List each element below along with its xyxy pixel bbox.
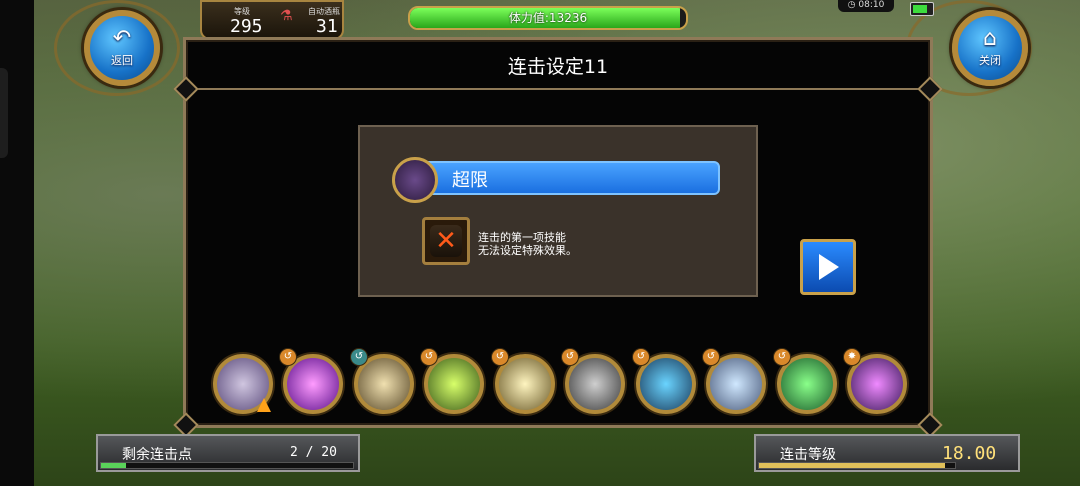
close-x-icon: ✕ (430, 225, 462, 257)
skill-tag: ↺ (632, 348, 650, 366)
skill-tag: ✸ (843, 348, 861, 366)
remaining-points-bar (100, 462, 354, 469)
triforce-skill-icon[interactable] (213, 354, 273, 414)
book-skill-icon[interactable]: ↺ (561, 348, 625, 414)
combo-level-label: 连击等级 (780, 447, 836, 463)
clock: ◷ 08:10 (838, 0, 894, 12)
skill-note: 连击的第一项技能 无法设定特殊效果。 (478, 231, 577, 257)
combo-level-bar (758, 462, 956, 469)
purple-bolt-skill-icon[interactable]: ✸ (843, 348, 907, 414)
level-up-arrow-icon (257, 398, 271, 412)
level-value: 295 (230, 16, 263, 37)
combo-level-fill (759, 463, 946, 468)
dialog-title-bar: 连击设定11 (186, 40, 930, 90)
back-button[interactable]: ↶ 返回 (84, 10, 160, 86)
remaining-label: 剩余连击点 (122, 447, 192, 463)
special-effect-slot[interactable]: ✕ (422, 217, 470, 265)
purple-beam-skill-icon[interactable]: ↺ (279, 348, 343, 414)
clock-icon: ◷ (847, 0, 859, 10)
remaining-value: 2 / 20 (290, 445, 337, 460)
selected-skill-bar[interactable]: 超限 (420, 161, 720, 195)
cage-skill-icon[interactable]: ↺ (350, 348, 414, 414)
stamina-bar: 体力值:13236 (408, 6, 688, 30)
close-button[interactable]: ⌂ 关闭 (952, 10, 1028, 86)
skill-detail-panel: 超限 ✕ 连击的第一项技能 无法设定特殊效果。 (358, 125, 758, 297)
next-button[interactable] (800, 239, 856, 295)
screen-bezel (0, 0, 34, 486)
back-arrow-icon: ↶ (112, 26, 132, 51)
battery-fill (913, 5, 928, 13)
ghost-skill-icon[interactable]: ↺ (702, 348, 766, 414)
blue-leaf-skill-icon[interactable]: ↺ (632, 348, 696, 414)
green-figure-skill-icon[interactable]: ↺ (773, 348, 837, 414)
note-line-1: 连击的第一项技能 (478, 231, 566, 244)
dialog-title: 连击设定11 (507, 56, 609, 78)
skill-tag: ↺ (561, 348, 579, 366)
lightning-figure-skill-icon[interactable]: ↺ (420, 348, 484, 414)
skill-tag: ↺ (491, 348, 509, 366)
clock-text: 08:10 (858, 0, 885, 10)
skill-tag: ↺ (420, 348, 438, 366)
battery-icon (910, 2, 934, 16)
remaining-points-fill (101, 463, 127, 468)
potion-icon: ⚗ (280, 8, 293, 24)
back-label: 返回 (111, 54, 133, 67)
skill-tag: ↺ (279, 348, 297, 366)
skill-row: ↺ ↺ ↺ ↺ ↺ ↺ ↺ ↺ ✸ (208, 346, 908, 416)
skill-name: 超限 (452, 170, 488, 191)
close-label: 关闭 (979, 54, 1001, 67)
triforce-gem-icon (392, 157, 438, 203)
auto-potion-value: 31 (316, 16, 338, 37)
level-panel: 等级 295 ⚗ 自动酒瓶 31 (200, 0, 344, 40)
bezel-notch (0, 68, 8, 158)
note-line-2: 无法设定特殊效果。 (478, 244, 577, 257)
play-arrow-icon (819, 254, 839, 280)
skill-tag: ↺ (773, 348, 791, 366)
light-burst-skill-icon[interactable]: ↺ (491, 348, 555, 414)
home-icon: ⌂ (983, 26, 997, 51)
combo-settings-dialog: 连击设定11 超限 ✕ 连击的第一项技能 无法设定特殊效果。 ↺ ↺ ↺ ↺ ↺… (173, 37, 943, 438)
stamina-label: 体力值:13236 (508, 11, 588, 25)
skill-tag: ↺ (702, 348, 720, 366)
skill-tag: ↺ (350, 348, 368, 366)
combo-level-value: 18.00 (942, 443, 997, 464)
